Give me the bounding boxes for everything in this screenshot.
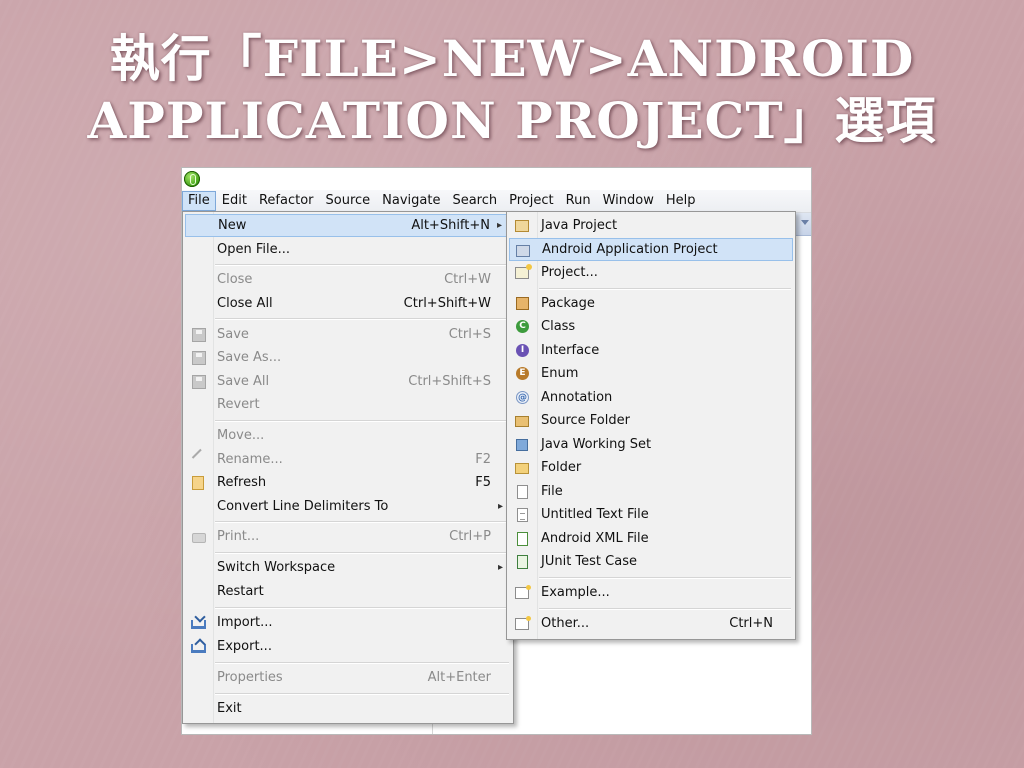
submenu-arrow-icon: ▸ xyxy=(497,562,503,573)
file-menu-open-file[interactable]: Open File... xyxy=(185,238,511,261)
view-menu-chevron-icon[interactable] xyxy=(801,220,809,225)
slide-title-line-2: APPLICATION PROJECT」選項 xyxy=(87,91,937,150)
file-menu-rename[interactable]: Rename... F2 xyxy=(185,448,511,471)
file-menu-new[interactable]: New Alt+Shift+N ▸ xyxy=(185,214,511,237)
menu-search[interactable]: Search xyxy=(446,191,503,211)
example-wizard-icon xyxy=(515,585,531,599)
slide-title: 執行「FILE>NEW>ANDROID APPLICATION PROJECT」… xyxy=(0,28,1024,152)
file-menu-revert[interactable]: Revert xyxy=(185,393,511,416)
android-xml-file-icon xyxy=(517,532,528,546)
save-as-icon xyxy=(192,351,206,365)
new-project-wizard-icon xyxy=(515,264,532,279)
window-title-bar xyxy=(182,168,811,190)
new-java-project[interactable]: Java Project xyxy=(509,214,793,237)
new-junit-test-case[interactable]: JUnit Test Case xyxy=(509,550,793,573)
menu-separator xyxy=(539,288,791,290)
menu-navigate[interactable]: Navigate xyxy=(376,191,446,211)
working-set-icon xyxy=(516,439,528,451)
submenu-arrow-icon: ▸ xyxy=(496,220,502,231)
file-menu-save[interactable]: Save Ctrl+S xyxy=(185,323,511,346)
file-menu-print[interactable]: Print... Ctrl+P xyxy=(185,525,511,548)
package-icon xyxy=(516,297,529,310)
file-menu-switch-workspace[interactable]: Switch Workspace ▸ xyxy=(185,556,511,579)
file-menu-restart[interactable]: Restart xyxy=(185,580,511,603)
file-menu-convert-line-delimiters[interactable]: Convert Line Delimiters To ▸ xyxy=(185,495,511,518)
save-all-icon xyxy=(192,375,206,389)
menu-separator xyxy=(215,420,509,422)
new-submenu: Java Project Android Application Project… xyxy=(506,211,796,640)
file-menu-export[interactable]: Export... xyxy=(185,635,511,658)
folder-icon xyxy=(515,463,529,474)
file-menu-properties[interactable]: Properties Alt+Enter xyxy=(185,666,511,689)
menu-refactor[interactable]: Refactor xyxy=(253,191,320,211)
new-annotation[interactable]: @ Annotation xyxy=(509,386,793,409)
file-menu-close[interactable]: Close Ctrl+W xyxy=(185,268,511,291)
menu-separator xyxy=(215,318,509,320)
menu-separator xyxy=(539,608,791,610)
menu-help[interactable]: Help xyxy=(660,191,702,211)
file-menu-import[interactable]: Import... xyxy=(185,611,511,634)
save-icon xyxy=(192,328,206,342)
menu-source[interactable]: Source xyxy=(320,191,377,211)
file-menu-save-all[interactable]: Save All Ctrl+Shift+S xyxy=(185,370,511,393)
menu-bar: File Edit Refactor Source Navigate Searc… xyxy=(182,190,811,213)
file-menu-save-as[interactable]: Save As... xyxy=(185,346,511,369)
java-project-icon xyxy=(515,220,529,232)
menu-separator xyxy=(215,552,509,554)
menu-file[interactable]: File xyxy=(182,191,216,211)
class-icon: C xyxy=(516,320,529,333)
new-interface[interactable]: I Interface xyxy=(509,339,793,362)
new-file[interactable]: File xyxy=(509,480,793,503)
rename-pencil-icon xyxy=(191,448,211,468)
new-folder[interactable]: Folder xyxy=(509,456,793,479)
import-icon xyxy=(191,620,206,629)
menu-separator xyxy=(215,264,509,266)
new-java-working-set[interactable]: Java Working Set xyxy=(509,433,793,456)
menu-separator xyxy=(215,521,509,523)
eclipse-window: File Edit Refactor Source Navigate Searc… xyxy=(182,168,811,734)
export-icon xyxy=(191,644,206,653)
menu-run[interactable]: Run xyxy=(560,191,597,211)
new-other[interactable]: Other... Ctrl+N xyxy=(509,612,793,635)
new-example[interactable]: Example... xyxy=(509,581,793,604)
new-enum[interactable]: E Enum xyxy=(509,362,793,385)
text-file-icon xyxy=(517,508,528,522)
menu-separator xyxy=(215,607,509,609)
file-menu-close-all[interactable]: Close All Ctrl+Shift+W xyxy=(185,292,511,315)
new-project[interactable]: Project... xyxy=(509,261,793,284)
file-menu-refresh[interactable]: Refresh F5 xyxy=(185,471,511,494)
menu-window[interactable]: Window xyxy=(597,191,660,211)
print-icon xyxy=(192,533,206,543)
menu-separator xyxy=(215,662,509,664)
new-android-xml-file[interactable]: Android XML File xyxy=(509,527,793,550)
annotation-icon: @ xyxy=(516,391,529,404)
source-folder-icon xyxy=(515,416,529,427)
file-menu: New Alt+Shift+N ▸ Open File... Close Ctr… xyxy=(182,211,514,724)
new-package[interactable]: Package xyxy=(509,292,793,315)
file-icon xyxy=(517,485,528,499)
submenu-arrow-icon: ▸ xyxy=(497,501,503,512)
interface-icon: I xyxy=(516,344,529,357)
file-menu-move[interactable]: Move... xyxy=(185,424,511,447)
new-source-folder[interactable]: Source Folder xyxy=(509,409,793,432)
file-menu-exit[interactable]: Exit xyxy=(185,697,511,720)
refresh-icon xyxy=(192,476,204,490)
enum-icon: E xyxy=(516,367,529,380)
junit-test-icon xyxy=(517,555,528,569)
new-untitled-text-file[interactable]: Untitled Text File xyxy=(509,503,793,526)
menu-project[interactable]: Project xyxy=(503,191,559,211)
slide-title-line-1: 執行「FILE>NEW>ANDROID xyxy=(109,29,915,88)
menu-edit[interactable]: Edit xyxy=(216,191,253,211)
menu-separator xyxy=(215,693,509,695)
android-project-icon xyxy=(516,245,530,257)
other-wizard-icon xyxy=(515,616,531,630)
new-class[interactable]: C Class xyxy=(509,315,793,338)
new-android-application-project[interactable]: Android Application Project xyxy=(509,238,793,261)
menu-separator xyxy=(539,577,791,579)
eclipse-logo-icon xyxy=(184,171,200,187)
